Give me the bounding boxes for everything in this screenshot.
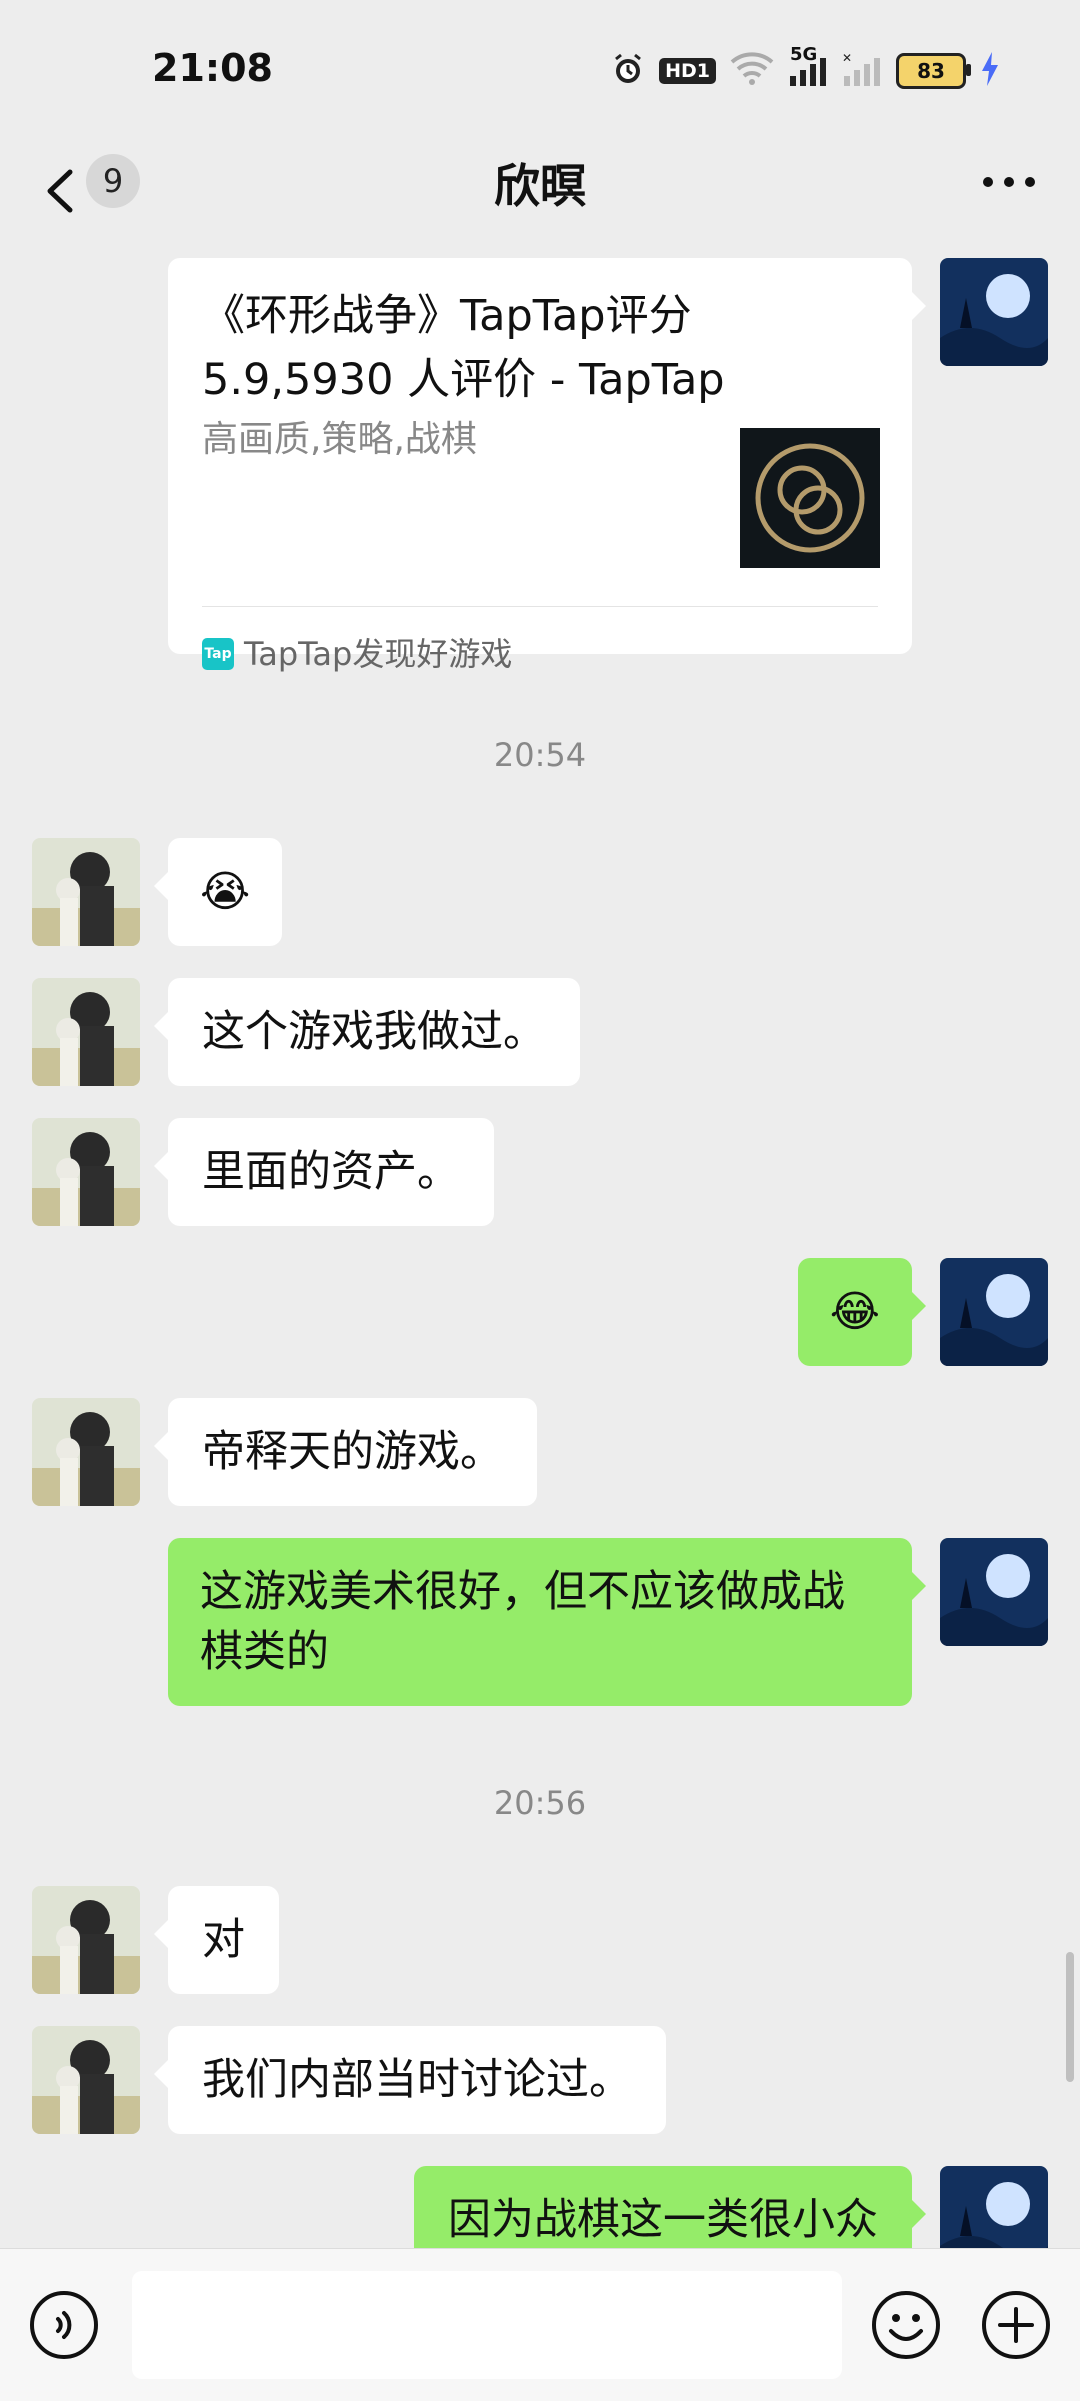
network-label: 5G [790, 44, 818, 65]
taptap-logo-icon: Tap [202, 638, 234, 670]
alarm-icon [611, 52, 645, 90]
more-dots-icon [983, 177, 1035, 187]
card-description: 高画质,策略,战棋 [202, 419, 477, 460]
contact-avatar[interactable] [32, 1398, 140, 1506]
scrollbar[interactable] [1066, 1952, 1074, 2082]
message-bubble[interactable]: 😂 [797, 1258, 927, 1366]
contact-avatar[interactable] [32, 2026, 140, 2134]
plus-icon [982, 2291, 1050, 2359]
my-avatar[interactable] [940, 1538, 1048, 1646]
message-text: 😭 [200, 867, 251, 917]
voice-input-button[interactable] [28, 2289, 100, 2361]
timestamp: 20:56 [493, 1784, 587, 1822]
contact-avatar[interactable] [32, 1118, 140, 1226]
message-bubble[interactable]: 这个游戏我做过。 [154, 978, 580, 1086]
status-time: 21:08 [152, 46, 273, 90]
emoji-icon [872, 2291, 940, 2359]
message-text: 因为战棋这一类很小众 [448, 2195, 878, 2245]
message-bubble[interactable]: 里面的资产。 [154, 1118, 494, 1226]
hd-label: HD1 [665, 60, 710, 82]
message-bubble[interactable]: 😭 [153, 838, 283, 946]
contact-avatar[interactable] [32, 1886, 140, 1994]
battery-icon: 83 [896, 53, 971, 89]
message-text: 这游戏美术很好，但不应该做成战棋类的 [200, 1567, 845, 1677]
card-source-label: TapTap发现好游戏 [244, 635, 513, 673]
more-options-button[interactable] [974, 156, 1044, 206]
message-input[interactable] [132, 2271, 842, 2379]
card-divider [202, 606, 878, 607]
input-bar [0, 2248, 1080, 2401]
svg-text:✕: ✕ [842, 52, 852, 65]
chat-title: 欣暝 [494, 159, 586, 213]
card-thumbnail [740, 428, 880, 568]
link-card[interactable]: 《环形战争》TapTap评分 5.9,5930 人评价 - TapTap 高画质… [168, 258, 926, 673]
emoji-button[interactable] [870, 2289, 942, 2361]
hd-icon: HD1 [659, 58, 716, 84]
my-avatar[interactable] [940, 1258, 1048, 1366]
message-bubble[interactable]: 帝释天的游戏。 [154, 1398, 537, 1506]
my-avatar[interactable] [940, 2166, 1048, 2248]
wifi-icon [730, 52, 774, 90]
contact-avatar[interactable] [32, 978, 140, 1086]
more-functions-button[interactable] [980, 2289, 1052, 2361]
status-icons: HD1 5G ✕ 83 [611, 44, 1000, 90]
voice-icon [30, 2291, 98, 2359]
game-logo-icon [740, 428, 880, 568]
contact-avatar[interactable] [32, 838, 140, 946]
message-bubble[interactable]: 因为战棋这一类很小众 [414, 2166, 926, 2248]
charging-icon [980, 52, 1000, 90]
message-bubble[interactable]: 我们内部当时讨论过。 [154, 2026, 666, 2134]
message-text: 对 [202, 1915, 245, 1965]
card-source: Tap TapTap发现好游戏 [202, 624, 512, 684]
my-avatar[interactable] [940, 258, 1048, 366]
message-text: 里面的资产。 [202, 1147, 460, 1197]
message-bubble[interactable]: 这游戏美术很好，但不应该做成战棋类的 [168, 1538, 926, 1706]
message-text: 帝释天的游戏。 [202, 1427, 503, 1477]
battery-level: 83 [917, 59, 945, 83]
card-title: 《环形战争》TapTap评分 5.9,5930 人评价 - TapTap [202, 291, 725, 405]
taptap-logo-text: Tap [204, 646, 232, 662]
message-text: 😂 [829, 1287, 880, 1337]
message-bubble[interactable]: 对 [154, 1886, 279, 1994]
message-text: 我们内部当时讨论过。 [202, 2055, 632, 2105]
message-list[interactable]: 《环形战争》TapTap评分 5.9,5930 人评价 - TapTap 高画质… [0, 248, 1080, 2248]
status-bar: 21:08 HD1 5G ✕ 83 [0, 0, 1080, 140]
timestamp: 20:54 [493, 736, 587, 774]
signal-weak-icon: ✕ [842, 51, 882, 90]
signal-5g-icon: 5G [788, 44, 828, 90]
message-text: 这个游戏我做过。 [202, 1007, 546, 1057]
